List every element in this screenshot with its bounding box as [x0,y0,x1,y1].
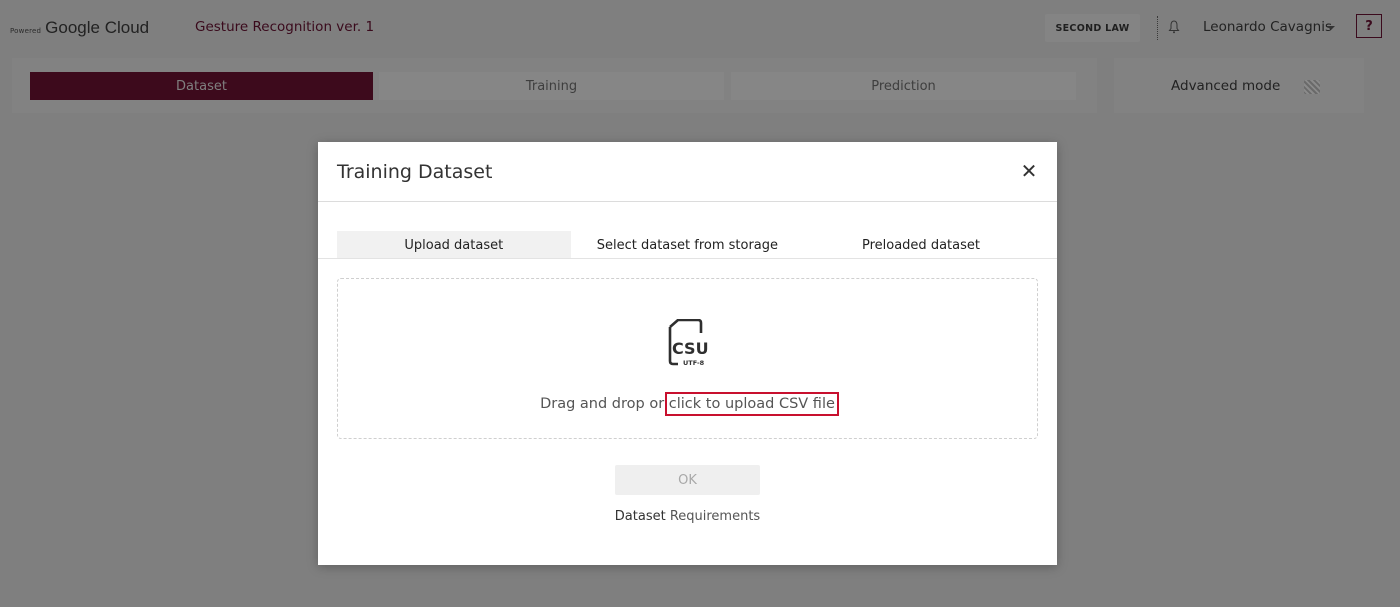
chevron-down-icon[interactable] [1327,26,1335,30]
csv-icon-subtext: UTF-8 [683,359,705,367]
user-name[interactable]: Leonardo Cavagnis [1203,19,1332,35]
requirements-link[interactable]: Requirements [670,509,760,524]
header-divider [1157,16,1158,40]
modal-title: Training Dataset [337,161,493,183]
google-cloud-logo: Google Cloud [45,18,150,37]
advanced-mode-label: Advanced mode [1171,78,1281,94]
advanced-mode-panel: Advanced mode [1114,58,1364,113]
close-icon[interactable]: ✕ [1020,161,1038,181]
dropzone-text: Drag and drop or click to upload CSV fil… [338,392,1037,416]
dropzone-instruction: Drag and drop or [540,396,669,412]
top-header: Powered Google Cloud Gesture Recognition… [0,0,1400,56]
step-training[interactable]: Training [379,72,724,100]
help-button[interactable]: ? [1356,14,1382,38]
upload-csv-link[interactable]: click to upload CSV file [664,392,839,416]
tab-preloaded-dataset[interactable]: Preloaded dataset [804,231,1038,259]
step-dataset[interactable]: Dataset [30,72,373,100]
tab-select-from-storage[interactable]: Select dataset from storage [571,231,805,259]
brand-powered-text: Powered [10,27,42,35]
step-prediction[interactable]: Prediction [731,72,1076,100]
steps-panel: Dataset Training Prediction [12,58,1097,113]
advanced-mode-toggle[interactable] [1304,80,1320,94]
csv-icon-text: CSU [672,339,709,358]
file-dropzone[interactable]: CSU UTF-8 Drag and drop or click to uplo… [337,278,1038,439]
requirements-prefix: Dataset [614,509,670,524]
ok-button[interactable]: OK [615,465,760,495]
modal-divider [318,201,1057,202]
organization-button[interactable]: SECOND LAW [1045,14,1140,42]
tab-upload-dataset[interactable]: Upload dataset [337,231,571,259]
csv-file-icon: CSU UTF-8 [668,319,709,367]
training-dataset-modal: Training Dataset ✕ Upload dataset Select… [318,142,1057,565]
tabs-divider [318,258,1057,259]
dataset-requirements: Dataset Requirements [318,509,1057,524]
brand-logo[interactable]: Powered Google Cloud [10,18,149,38]
dataset-tabs: Upload dataset Select dataset from stora… [337,231,1038,259]
project-title[interactable]: Gesture Recognition ver. 1 [195,19,374,35]
bell-icon[interactable] [1168,20,1180,34]
